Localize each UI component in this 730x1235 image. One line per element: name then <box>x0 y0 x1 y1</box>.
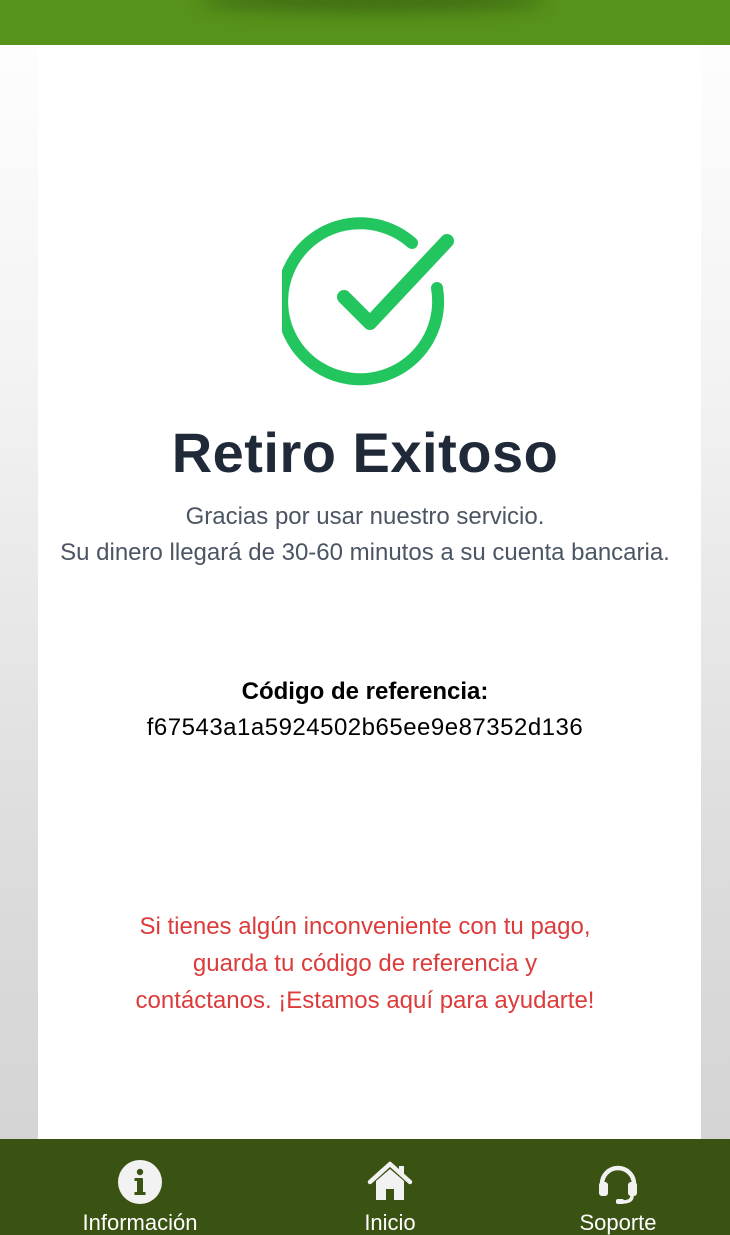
headset-icon <box>594 1158 642 1206</box>
support-notice-line-3: contáctanos. ¡Estamos aquí para ayudarte… <box>135 987 595 1014</box>
top-bar <box>0 0 730 45</box>
page-title: Retiro Exitoso <box>171 421 559 484</box>
bottom-nav: Información Inicio Soporte <box>0 1139 730 1235</box>
nav-label: Información <box>82 1210 198 1235</box>
nav-item-inicio[interactable]: Inicio <box>310 1139 470 1235</box>
nav-item-soporte[interactable]: Soporte <box>538 1139 698 1235</box>
nav-label: Soporte <box>579 1210 657 1235</box>
nav-label: Inicio <box>364 1210 416 1235</box>
support-notice-line-1: Si tienes algún inconveniente con tu pag… <box>139 913 591 940</box>
reference-code: f67543a1a5924502b65ee9e87352d136 <box>146 714 584 741</box>
home-icon <box>366 1158 414 1206</box>
arrival-time-text: Su dinero llegará de 30-60 minutos a su … <box>60 539 670 566</box>
support-notice-line-2: guarda tu código de referencia y <box>192 950 538 977</box>
reference-label: Código de referencia: <box>241 678 489 705</box>
thank-you-text: Gracias por usar nuestro servicio. <box>185 503 545 530</box>
info-icon <box>116 1158 164 1206</box>
nav-item-informacion[interactable]: Información <box>60 1139 220 1235</box>
check-circle-icon <box>276 213 458 389</box>
